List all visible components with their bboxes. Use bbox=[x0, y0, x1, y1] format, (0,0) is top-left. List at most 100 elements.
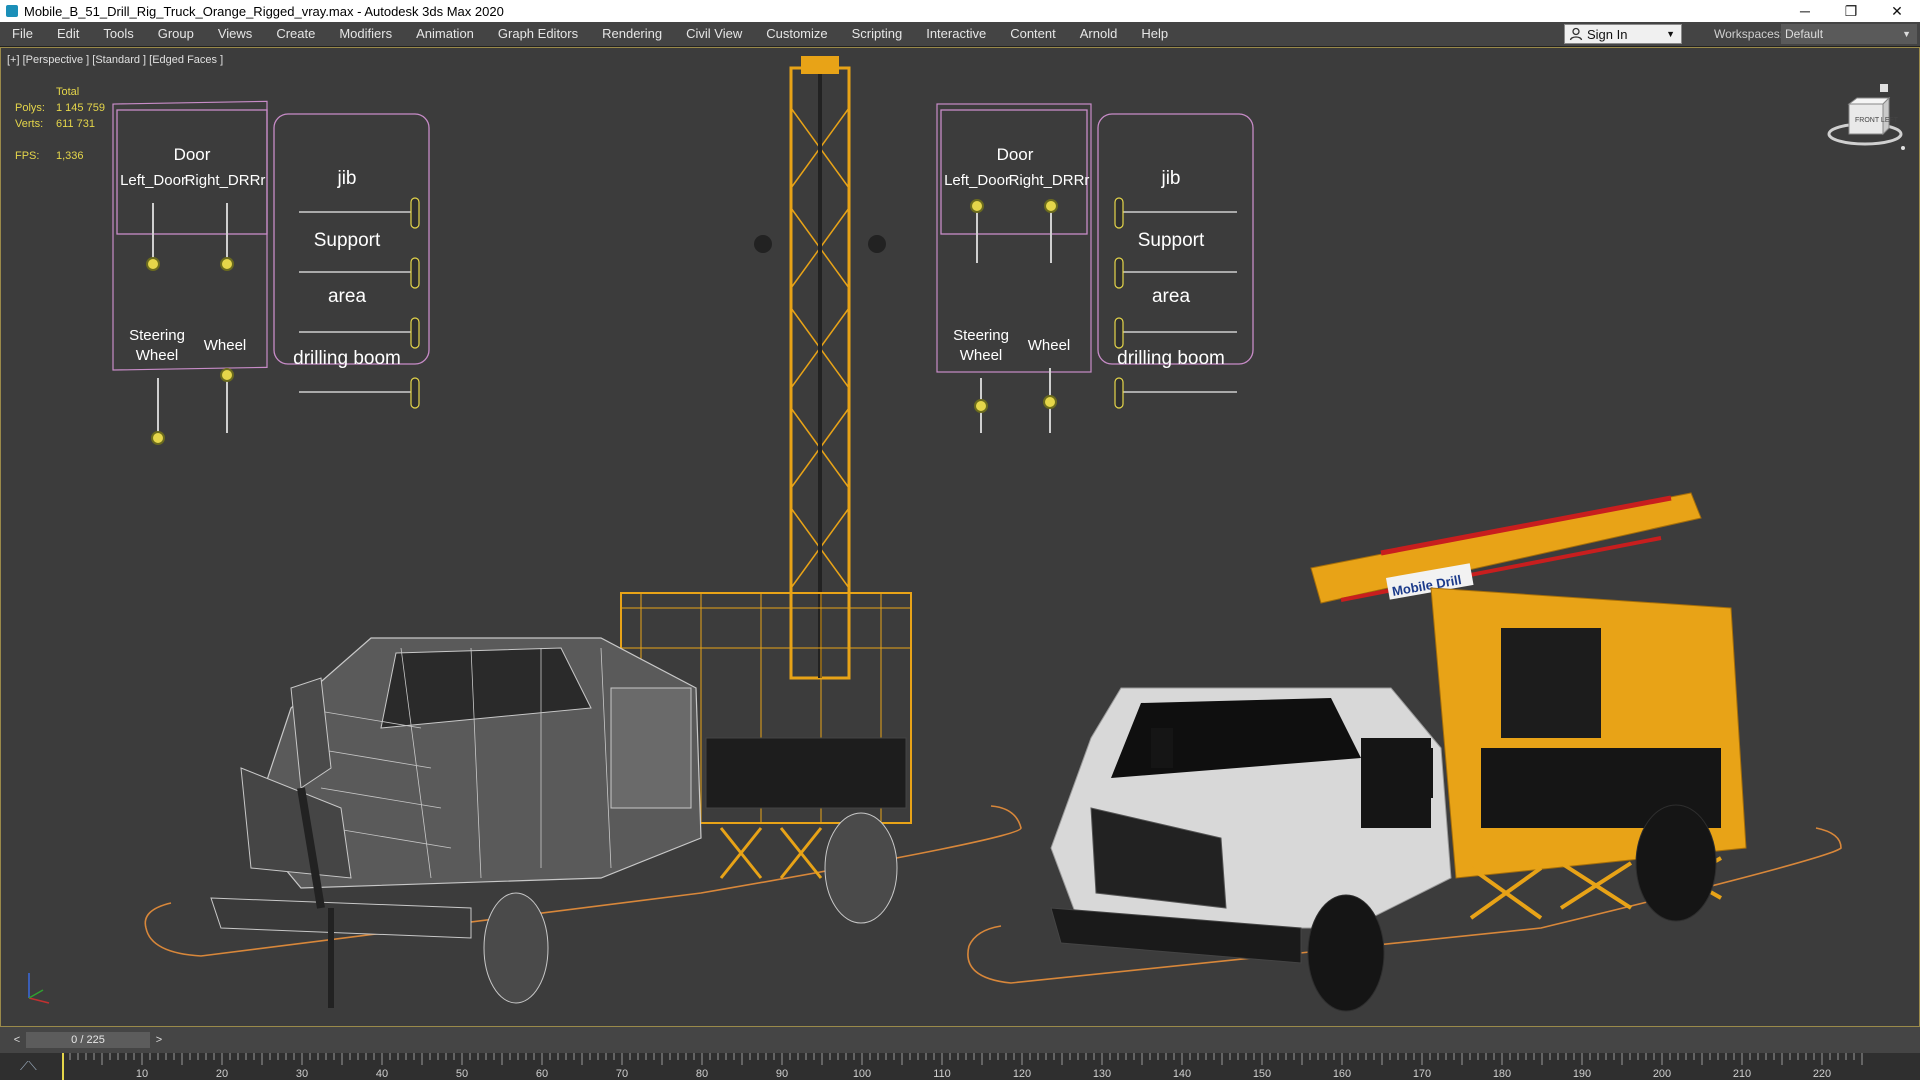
menu-animation[interactable]: Animation bbox=[404, 22, 486, 46]
restore-button[interactable]: ❐ bbox=[1828, 0, 1874, 22]
right-right-door-slider-handle[interactable] bbox=[1044, 199, 1058, 213]
ruler-tick-label: 80 bbox=[696, 1068, 708, 1080]
right-steering-label-2: Wheel bbox=[960, 347, 1003, 364]
shaded-truck[interactable]: Mobile Drill bbox=[967, 492, 1842, 1012]
menu-views[interactable]: Views bbox=[206, 22, 264, 46]
axis-gizmo bbox=[28, 973, 50, 1004]
menu-civil-view[interactable]: Civil View bbox=[674, 22, 754, 46]
right-support-slider-handle[interactable] bbox=[1114, 257, 1124, 289]
frame-ruler[interactable]: 10 20 30 40 50 60 70 80 90 100 110 120 130 140 150 160 1… bbox=[62, 1053, 1872, 1080]
workspaces-label: Workspaces: bbox=[1714, 27, 1784, 41]
menu-group[interactable]: Group bbox=[146, 22, 206, 46]
left-door-title: Door bbox=[174, 145, 211, 164]
left-wheel-label: Wheel bbox=[204, 337, 247, 354]
menu-interactive[interactable]: Interactive bbox=[914, 22, 998, 46]
ruler-tick-label: 50 bbox=[456, 1068, 468, 1080]
time-prev-button[interactable]: < bbox=[10, 1033, 24, 1047]
curve-editor-icon[interactable]: ⟋⟍ bbox=[20, 1059, 37, 1074]
time-slider[interactable]: 0 / 225 bbox=[26, 1032, 150, 1048]
menu-edit[interactable]: Edit bbox=[45, 22, 91, 46]
close-button[interactable]: ✕ bbox=[1874, 0, 1920, 22]
left-area-label: area bbox=[328, 286, 366, 307]
ruler-tick-label: 100 bbox=[853, 1068, 871, 1080]
left-door-slider-handle[interactable] bbox=[146, 257, 160, 271]
right-left-door-slider-handle[interactable] bbox=[970, 199, 984, 213]
left-steering-label-2: Wheel bbox=[136, 347, 179, 364]
ruler-tick-label: 20 bbox=[216, 1068, 228, 1080]
right-area-label: area bbox=[1152, 286, 1190, 307]
right-door-title: Door bbox=[997, 145, 1034, 164]
right-area-slider-handle[interactable] bbox=[1114, 317, 1124, 349]
left-steering-label-1: Steering bbox=[129, 327, 185, 344]
left-left-door-label: Left_Door bbox=[120, 172, 186, 189]
left-drilling-boom-label: drilling boom bbox=[293, 348, 401, 369]
title-bar: Mobile_B_51_Drill_Rig_Truck_Orange_Rigge… bbox=[0, 0, 1920, 22]
scene-view: Door Left_Door Right_DRRr Steering Wheel… bbox=[28, 56, 1842, 1012]
sign-in-dropdown[interactable]: Sign In ▼ bbox=[1564, 24, 1682, 44]
menu-modifiers[interactable]: Modifiers bbox=[327, 22, 404, 46]
menu-arnold[interactable]: Arnold bbox=[1068, 22, 1130, 46]
menu-file[interactable]: File bbox=[0, 22, 45, 46]
left-drilling-boom-slider-handle[interactable] bbox=[410, 377, 420, 409]
right-steering-slider-handle[interactable] bbox=[974, 399, 988, 413]
menu-content[interactable]: Content bbox=[998, 22, 1068, 46]
menu-rendering[interactable]: Rendering bbox=[590, 22, 674, 46]
home-icon[interactable] bbox=[1880, 84, 1888, 92]
perspective-viewport[interactable]: [+] [Perspective ] [Standard ] [Edged Fa… bbox=[0, 47, 1920, 1027]
ruler-tick-label: 120 bbox=[1013, 1068, 1031, 1080]
ruler-tick-label: 220 bbox=[1813, 1068, 1831, 1080]
left-support-slider-handle[interactable] bbox=[410, 257, 420, 289]
sign-in-label: Sign In bbox=[1587, 26, 1628, 42]
ruler-tick-label: 150 bbox=[1253, 1068, 1271, 1080]
ruler-tick-label: 30 bbox=[296, 1068, 308, 1080]
right-drilling-boom-label: drilling boom bbox=[1117, 348, 1225, 369]
left-right-door-label: Right_DRRr bbox=[185, 172, 266, 189]
right-steering-label-1: Steering bbox=[953, 327, 1009, 344]
right-right-door-label: Right_DRRr bbox=[1009, 172, 1090, 189]
workspaces-select[interactable]: Default ▼ bbox=[1781, 24, 1917, 44]
wireframe-truck[interactable] bbox=[144, 56, 1022, 1008]
current-frame-marker[interactable] bbox=[62, 1053, 64, 1080]
track-bar[interactable]: ⟋⟍ 10 20 30 40 50 60 70 80 90 100 110 120 130 140 150 1… bbox=[0, 1053, 1920, 1080]
right-drilling-boom-slider-handle[interactable] bbox=[1114, 377, 1124, 409]
left-jib-slider-handle[interactable] bbox=[410, 197, 420, 229]
menu-scripting[interactable]: Scripting bbox=[840, 22, 915, 46]
time-next-button[interactable]: > bbox=[152, 1033, 166, 1047]
ruler-tick-label: 70 bbox=[616, 1068, 628, 1080]
right-support-label: Support bbox=[1138, 230, 1205, 251]
left-area-slider-handle[interactable] bbox=[410, 317, 420, 349]
user-icon bbox=[1569, 27, 1583, 41]
left-steering-slider-handle[interactable] bbox=[151, 431, 165, 445]
app-icon bbox=[6, 5, 18, 17]
menu-help[interactable]: Help bbox=[1129, 22, 1180, 46]
ruler-tick-label: 110 bbox=[933, 1068, 951, 1080]
ruler-tick-label: 210 bbox=[1733, 1068, 1751, 1080]
right-wheel-slider-handle[interactable] bbox=[1043, 395, 1057, 409]
left-jib-label: jib bbox=[336, 168, 356, 189]
viewcube-face-label: FRONT LEFT bbox=[1855, 117, 1899, 124]
ruler-tick-label: 170 bbox=[1413, 1068, 1431, 1080]
right-door-slider-handle[interactable] bbox=[220, 257, 234, 271]
ruler-tick-label: 90 bbox=[776, 1068, 788, 1080]
ruler-tick-label: 190 bbox=[1573, 1068, 1591, 1080]
right-left-door-label: Left_Door bbox=[944, 172, 1010, 189]
ruler-tick-label: 160 bbox=[1333, 1068, 1351, 1080]
menu-create[interactable]: Create bbox=[264, 22, 327, 46]
workspaces-value: Default bbox=[1785, 27, 1824, 41]
menu-customize[interactable]: Customize bbox=[754, 22, 839, 46]
time-slider-bar: < 0 / 225 > bbox=[0, 1027, 1920, 1053]
menu-graph-editors[interactable]: Graph Editors bbox=[486, 22, 590, 46]
chevron-down-icon: ▼ bbox=[1902, 29, 1911, 39]
viewcube[interactable]: FRONT LEFT bbox=[1825, 82, 1905, 152]
ruler-tick-label: 40 bbox=[376, 1068, 388, 1080]
right-jib-label: jib bbox=[1160, 168, 1180, 189]
chevron-down-icon: ▼ bbox=[1666, 29, 1675, 39]
ruler-tick-label: 10 bbox=[136, 1068, 148, 1080]
ruler-tick-label: 130 bbox=[1093, 1068, 1111, 1080]
right-jib-slider-handle[interactable] bbox=[1114, 197, 1124, 229]
ruler-tick-label: 180 bbox=[1493, 1068, 1511, 1080]
left-wheel-slider-handle[interactable] bbox=[220, 368, 234, 382]
minimize-button[interactable]: ─ bbox=[1782, 0, 1828, 22]
ruler-tick-label: 60 bbox=[536, 1068, 548, 1080]
menu-tools[interactable]: Tools bbox=[91, 22, 145, 46]
